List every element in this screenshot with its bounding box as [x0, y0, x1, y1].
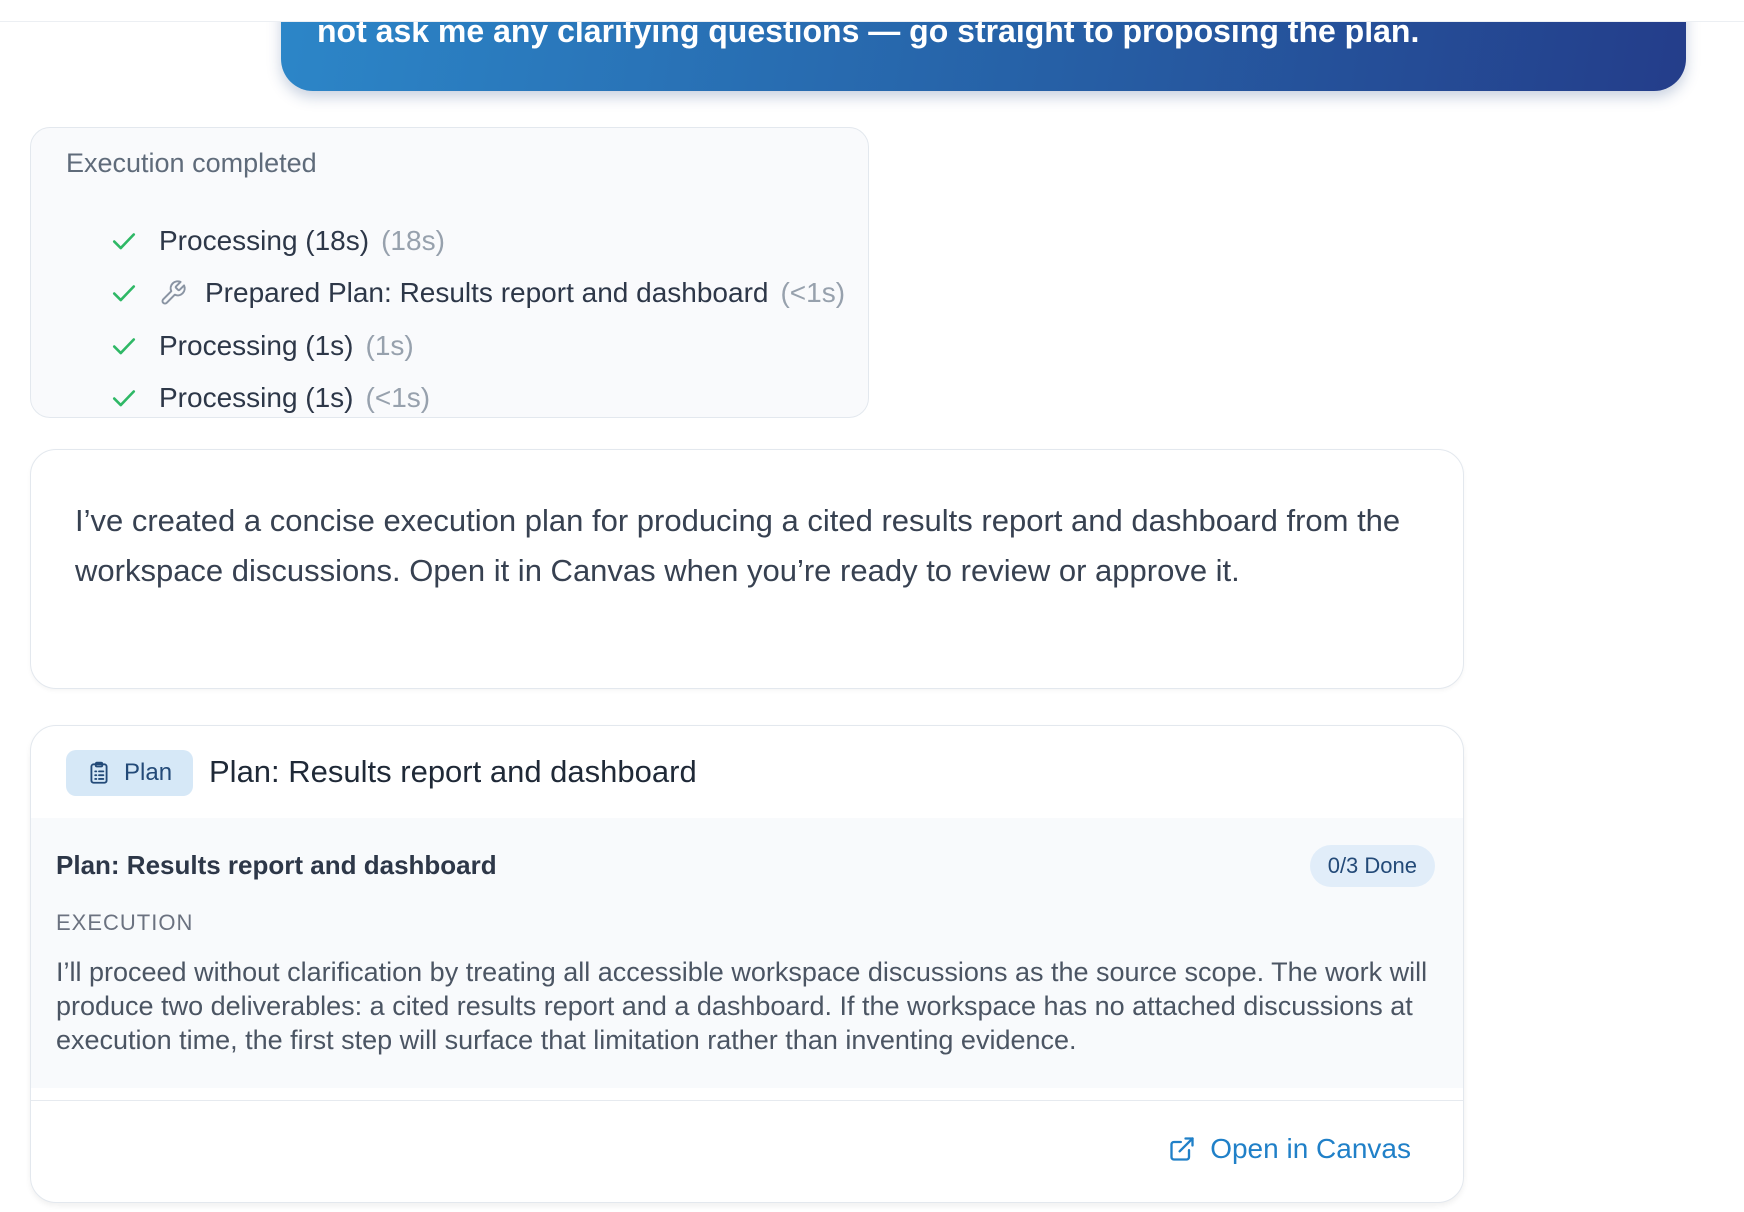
check-icon: [112, 233, 136, 250]
step-duration: (<1s): [365, 382, 431, 413]
plan-badge-label: Plan: [124, 759, 173, 786]
section-label: EXECUTION: [56, 910, 194, 935]
assistant-message-text: I’ve created a concise execution plan fo…: [75, 503, 1401, 588]
plan-footer: Open in Canvas: [31, 1100, 1463, 1202]
execution-status-card: Execution completed Processing (18s) (18…: [30, 127, 869, 418]
execution-title: Execution completed: [66, 148, 317, 178]
step-label: Processing (1s): [159, 382, 354, 413]
step-duration: (1s): [365, 330, 414, 361]
external-link-icon: [1170, 1137, 1194, 1161]
plan-body-title: Plan: Results report and dashboard: [56, 850, 497, 880]
check-icon: [112, 285, 136, 302]
plan-card: Plan Plan: Results report and dashboard …: [30, 725, 1464, 1203]
clipboard-icon: [90, 761, 108, 784]
open-in-canvas-button[interactable]: Open in Canvas: [1168, 1133, 1411, 1165]
progress-badge: 0/3 Done: [1309, 845, 1435, 887]
step-duration: (18s): [381, 225, 445, 256]
step-duration: (<1s): [780, 277, 846, 308]
check-icon: [112, 338, 136, 355]
plan-header-title: Plan: Results report and dashboard: [209, 754, 697, 789]
wrench-icon: [161, 280, 186, 305]
check-icon: [112, 390, 136, 407]
execution-step: Processing (1s) (1s): [111, 326, 414, 366]
execution-step: Processing (18s) (18s): [111, 221, 445, 261]
execution-step: Processing (1s) (<1s): [111, 378, 430, 418]
section-text: I’ll proceed without clarification by tr…: [56, 957, 1428, 1055]
top-strip: [0, 0, 1744, 22]
open-in-canvas-label: Open in Canvas: [1210, 1133, 1411, 1164]
execution-step: Prepared Plan: Results report and dashbo…: [111, 273, 845, 313]
step-label: Processing (18s): [159, 225, 370, 256]
plan-badge: Plan: [66, 750, 193, 796]
step-label: Processing (1s): [159, 330, 354, 361]
plan-header: Plan Plan: Results report and dashboard: [31, 726, 1463, 819]
assistant-message-card: I’ve created a concise execution plan fo…: [30, 449, 1464, 689]
step-label: Prepared Plan: Results report and dashbo…: [205, 277, 769, 308]
plan-body: Plan: Results report and dashboard 0/3 D…: [31, 818, 1463, 1088]
